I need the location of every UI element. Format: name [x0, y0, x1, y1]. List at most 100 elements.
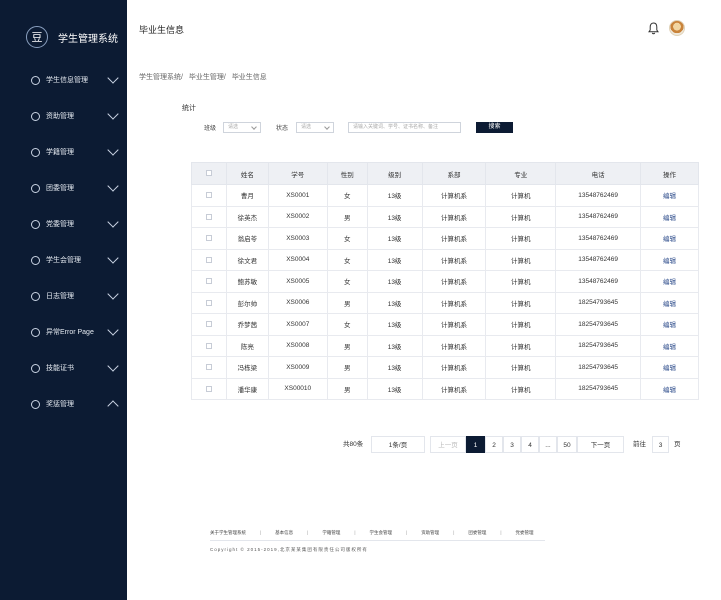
footer-link[interactable]: 基本信息: [275, 530, 293, 536]
class-select[interactable]: 请选: [223, 122, 261, 133]
footer-link[interactable]: 学籍管理: [322, 530, 340, 536]
edit-link[interactable]: 编辑: [663, 344, 676, 351]
table-row: 曹月 XS0001 女 13级 计算机系 计算机 13548762469 编辑: [191, 184, 699, 207]
breadcrumb-item[interactable]: 毕业生管理/: [189, 74, 226, 81]
student-id-cell: XS0001: [267, 184, 328, 207]
goto-label: 前往: [633, 441, 646, 448]
edit-link[interactable]: 编辑: [663, 365, 676, 372]
breadcrumb-item[interactable]: 学生管理系统/: [139, 74, 183, 81]
edit-link[interactable]: 编辑: [663, 193, 676, 200]
sidebar-item-rewards[interactable]: 奖惩管理: [0, 386, 127, 422]
next-page-button[interactable]: 下一页: [577, 436, 624, 453]
goto-page-input[interactable]: 3: [652, 436, 669, 453]
action-cell: 编辑: [640, 377, 699, 400]
edit-link[interactable]: 编辑: [663, 279, 676, 286]
page-size-select[interactable]: 1条/页: [371, 436, 425, 453]
column-header: 电话: [555, 162, 642, 185]
footer-link[interactable]: 学生会管理: [370, 530, 393, 536]
avatar[interactable]: [669, 20, 685, 36]
department-cell: 计算机系: [421, 205, 487, 228]
row-select-cell[interactable]: [191, 205, 227, 228]
brand[interactable]: 豆 学生管理系统: [26, 26, 118, 48]
page-button[interactable]: 50: [557, 436, 577, 453]
sidebar-item-student-info[interactable]: 学生信息管理: [0, 62, 127, 98]
status-select[interactable]: 请选: [296, 122, 334, 133]
row-select-cell[interactable]: [191, 291, 227, 314]
row-select-cell[interactable]: [191, 270, 227, 293]
sidebar-item-funding[interactable]: 资助管理: [0, 98, 127, 134]
row-checkbox[interactable]: [205, 321, 212, 328]
edit-link[interactable]: 编辑: [663, 236, 676, 243]
search-input[interactable]: 请输入关键词、学号、证书名称、备注: [348, 122, 461, 133]
footer-separator: |: [453, 530, 455, 535]
footer-links: 关于学生管理系统 | 基本信息 | 学籍管理 | 学生会管理 | 资助管理 | 团委管理 |…: [210, 530, 610, 536]
department-cell: 计算机系: [421, 270, 487, 293]
row-select-cell[interactable]: [191, 227, 227, 250]
flag-icon: [31, 183, 40, 193]
footer-link[interactable]: 资助管理: [421, 530, 439, 536]
sidebar-item-certificates[interactable]: 技能证书: [0, 350, 127, 386]
footer-link[interactable]: 关于学生管理系统: [210, 530, 246, 536]
row-select-cell[interactable]: [191, 334, 227, 357]
row-select-cell[interactable]: [191, 356, 227, 379]
group-icon: [31, 255, 40, 265]
sidebar-item-youth-league[interactable]: 团委管理: [0, 170, 127, 206]
row-select-cell[interactable]: [191, 184, 227, 207]
sidebar-item-error-page[interactable]: 异常Error Page: [0, 314, 127, 350]
page-button[interactable]: 2: [485, 436, 503, 453]
page-button[interactable]: 1: [466, 436, 485, 453]
major-cell: 计算机: [485, 313, 557, 336]
name-cell: 陈亮: [225, 334, 269, 357]
certificate-icon: [31, 363, 40, 373]
edit-link[interactable]: 编辑: [663, 215, 676, 222]
select-all-cell[interactable]: [191, 162, 227, 185]
book-icon: [31, 147, 40, 157]
row-select-cell[interactable]: [191, 313, 227, 336]
select-all-checkbox[interactable]: [205, 170, 212, 177]
page-ellipsis[interactable]: ...: [539, 436, 557, 453]
column-header: 学号: [267, 162, 328, 185]
sidebar-item-label: 学生信息管理: [46, 77, 88, 84]
row-checkbox[interactable]: [205, 192, 212, 199]
row-checkbox[interactable]: [205, 342, 212, 349]
page-button[interactable]: 4: [521, 436, 539, 453]
name-cell: 鲍苏敏: [225, 270, 269, 293]
gender-cell: 女: [326, 313, 368, 336]
row-checkbox[interactable]: [205, 299, 212, 306]
footer-divider: [210, 540, 545, 541]
edit-link[interactable]: 编辑: [663, 322, 676, 329]
sidebar-item-student-union[interactable]: 学生会管理: [0, 242, 127, 278]
pagination: 共80条 1条/页 上一页 1 2 3 4 ... 50 下一页 前往 3 页: [343, 436, 693, 453]
copyright: Copyright © 2015-2019,北京某某集团有限责任公司版权所有: [210, 547, 368, 552]
graduate-table: 姓名 学号 性别 级别 系部 专业 电话 操作 曹月 XS0001 女 13级 计算机系…: [191, 162, 699, 400]
edit-link[interactable]: 编辑: [663, 387, 676, 394]
row-checkbox[interactable]: [205, 256, 212, 263]
grade-cell: 13级: [366, 334, 423, 357]
phone-cell: 13548762469: [555, 227, 642, 250]
table-header-row: 姓名 学号 性别 级别 系部 专业 电话 操作: [191, 162, 699, 185]
bell-icon[interactable]: [648, 22, 659, 35]
page-button[interactable]: 3: [503, 436, 521, 453]
sidebar-item-label: 党委管理: [46, 221, 74, 228]
row-checkbox[interactable]: [205, 213, 212, 220]
row-checkbox[interactable]: [205, 278, 212, 285]
row-checkbox[interactable]: [205, 364, 212, 371]
row-checkbox[interactable]: [205, 385, 212, 392]
search-button[interactable]: 搜索: [476, 122, 513, 133]
action-cell: 编辑: [640, 356, 699, 379]
edit-link[interactable]: 编辑: [663, 301, 676, 308]
row-select-cell[interactable]: [191, 377, 227, 400]
edit-link[interactable]: 编辑: [663, 258, 676, 265]
footer-link[interactable]: 团委管理: [468, 530, 486, 536]
row-select-cell[interactable]: [191, 248, 227, 271]
row-checkbox[interactable]: [205, 235, 212, 242]
sidebar-item-label: 技能证书: [46, 365, 74, 372]
student-id-cell: XS0002: [267, 205, 328, 228]
grade-cell: 13级: [366, 313, 423, 336]
sidebar-item-logs[interactable]: 日志管理: [0, 278, 127, 314]
prev-page-button[interactable]: 上一页: [430, 436, 466, 453]
footer-link[interactable]: 党委管理: [516, 530, 534, 536]
sidebar-item-enrollment[interactable]: 学籍管理: [0, 134, 127, 170]
column-header: 级别: [366, 162, 423, 185]
sidebar-item-party-committee[interactable]: 党委管理: [0, 206, 127, 242]
